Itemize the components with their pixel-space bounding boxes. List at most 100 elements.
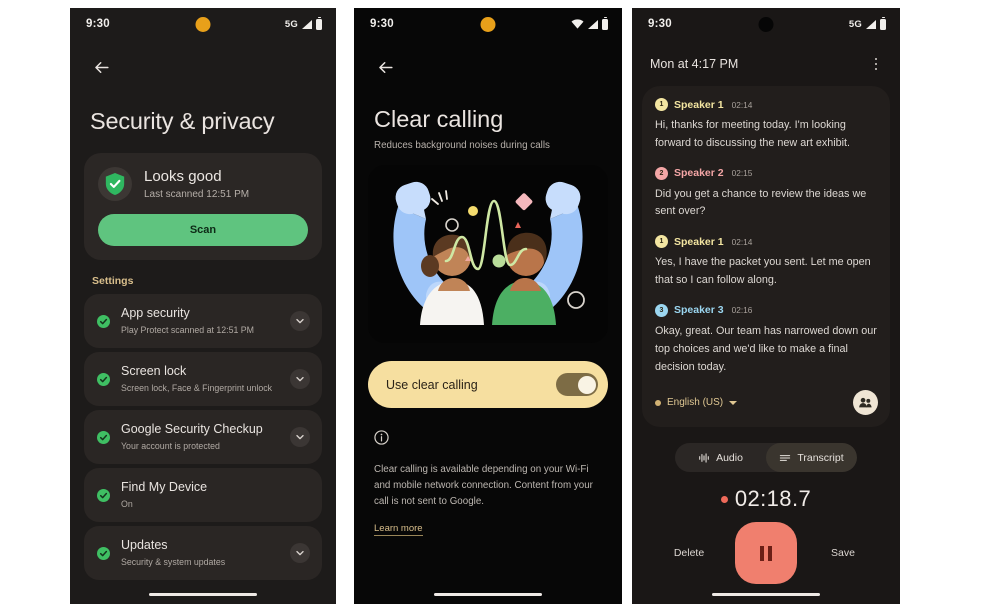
speaker-name: Speaker 1 <box>674 98 724 111</box>
caret-down-icon <box>729 400 738 405</box>
check-circle-icon <box>97 546 110 560</box>
transcript-turn-header: 1 Speaker 1 02:14 <box>655 235 878 249</box>
network-label: 5G <box>284 18 298 30</box>
wifi-icon <box>571 19 584 29</box>
status-bar: 9:30 5G <box>70 8 336 40</box>
lines-icon <box>780 454 791 461</box>
transcript-text: Hi, thanks for meeting today. I'm lookin… <box>655 119 851 149</box>
pause-record-button[interactable] <box>735 522 797 585</box>
language-label: English (US) <box>667 397 724 409</box>
status-time: 9:30 <box>648 18 672 30</box>
save-button[interactable]: Save <box>821 547 865 559</box>
waveform-icon <box>699 453 709 463</box>
page-subtitle: Reduces background noises during calls <box>374 140 550 151</box>
tab-audio-label: Audio <box>716 451 743 464</box>
settings-row-title: Screen lock <box>121 363 187 378</box>
elapsed-time: 02:18.7 <box>734 486 812 512</box>
check-circle-icon <box>97 488 110 502</box>
transcript-turn: 1 Speaker 1 02:14 Yes, I have the packet… <box>655 235 878 290</box>
transcript-turn: 3 Speaker 3 02:16 Okay, great. Our team … <box>655 303 878 376</box>
recorder-header: Mon at 4:17 PM <box>632 54 900 74</box>
settings-row-find-my-device[interactable]: Find My Device On <box>84 468 322 522</box>
transcript-turn-header: 3 Speaker 3 02:16 <box>655 303 878 317</box>
language-dot-icon <box>655 399 661 406</box>
transcript-turn-header: 2 Speaker 2 02:15 <box>655 166 878 180</box>
network-label: 5G <box>848 18 862 30</box>
chevron-down-icon <box>296 318 304 324</box>
scan-button[interactable]: Scan <box>98 214 308 246</box>
speaker-timestamp: 02:16 <box>731 305 753 316</box>
settings-row-title: Google Security Checkup <box>121 421 263 436</box>
settings-row-screen-lock[interactable]: Screen lock Screen lock, Face & Fingerpr… <box>84 352 322 406</box>
security-status-subtext: Last scanned 12:51 PM <box>144 189 250 200</box>
settings-row-title: Updates <box>121 537 168 552</box>
settings-row-subtitle: Play Protect scanned at 12:51 PM <box>121 324 255 335</box>
more-vert-icon[interactable] <box>868 54 884 74</box>
speaker-name: Speaker 1 <box>674 235 724 248</box>
language-selector[interactable]: English (US) <box>655 397 738 409</box>
recorder-controls: Delete Save <box>632 522 900 585</box>
settings-row-subtitle: Security & system updates <box>121 556 226 567</box>
learn-more-link[interactable]: Learn more <box>374 523 423 536</box>
tab-transcript[interactable]: Transcript <box>766 443 857 473</box>
settings-row-text: Screen lock Screen lock, Face & Fingerpr… <box>121 364 279 394</box>
camera-punch-hole-icon <box>195 17 211 32</box>
status-icons <box>571 16 608 30</box>
status-bar: 9:30 5G <box>632 8 900 40</box>
speaker-badge: 2 <box>655 166 668 180</box>
back-button[interactable] <box>372 54 398 80</box>
check-circle-icon <box>97 314 110 328</box>
people-icon <box>859 398 872 408</box>
speakers-button[interactable] <box>853 390 878 416</box>
page-title: Security & privacy <box>90 108 275 134</box>
clear-calling-switch[interactable] <box>556 373 598 396</box>
transcript-turn: 1 Speaker 1 02:14 Hi, thanks for meeting… <box>655 98 878 153</box>
chevron-down-button[interactable] <box>290 311 310 331</box>
settings-row-subtitle: Your account is protected <box>121 440 220 451</box>
status-icons: 5G <box>848 16 886 30</box>
speaker-timestamp: 02:14 <box>731 236 753 247</box>
transcript-turn-header: 1 Speaker 1 02:14 <box>655 98 878 111</box>
settings-row-app-security[interactable]: App security Play Protect scanned at 12:… <box>84 294 322 348</box>
chevron-down-icon <box>296 376 304 382</box>
tab-transcript-label: Transcript <box>797 451 844 464</box>
settings-list: App security Play Protect scanned at 12:… <box>84 294 322 580</box>
status-bar: 9:30 <box>354 8 622 40</box>
speaker-badge: 1 <box>655 98 668 111</box>
use-clear-calling-toggle-card[interactable]: Use clear calling <box>368 361 608 408</box>
signal-icon <box>302 19 312 29</box>
speaker-timestamp: 02:15 <box>731 168 753 179</box>
settings-row-title: App security <box>121 305 190 320</box>
chevron-down-icon <box>296 550 304 556</box>
status-time: 9:30 <box>86 18 110 30</box>
shield-check-icon <box>105 173 125 195</box>
recording-timer: 02:18.7 <box>632 486 900 512</box>
shield-badge <box>98 167 132 201</box>
two-people-in-phone-handsets-illustration <box>393 181 585 325</box>
toggle-label: Use clear calling <box>386 377 478 392</box>
tab-audio[interactable]: Audio <box>675 443 766 472</box>
delete-button[interactable]: Delete <box>667 547 711 559</box>
info-circle-icon <box>374 430 389 445</box>
signal-icon <box>866 19 876 29</box>
home-indicator <box>712 592 820 596</box>
phone-panel-security-privacy: 9:30 5G Security & privacy Looks good La… <box>70 8 336 604</box>
settings-row-text: Google Security Checkup Your account is … <box>121 422 279 452</box>
speaker-badge: 1 <box>655 235 668 249</box>
pause-icon <box>759 545 773 561</box>
clear-calling-description: Clear calling is available depending on … <box>374 464 593 507</box>
speaker-timestamp: 02:14 <box>731 99 753 110</box>
security-status-row: Looks good Last scanned 12:51 PM <box>98 167 308 201</box>
page-title: Clear calling <box>374 106 504 132</box>
home-indicator <box>149 592 257 596</box>
back-button[interactable] <box>88 54 114 80</box>
check-circle-icon <box>97 430 110 444</box>
chevron-down-button[interactable] <box>290 427 310 447</box>
settings-row-google-security-checkup[interactable]: Google Security Checkup Your account is … <box>84 410 322 464</box>
battery-icon <box>602 16 608 30</box>
chevron-down-button[interactable] <box>290 369 310 389</box>
chevron-down-button[interactable] <box>290 543 310 563</box>
settings-row-updates[interactable]: Updates Security & system updates <box>84 526 322 580</box>
status-icons: 5G <box>284 16 322 30</box>
phone-panel-clear-calling: 9:30 Clear calling Reduces background no… <box>354 8 622 604</box>
